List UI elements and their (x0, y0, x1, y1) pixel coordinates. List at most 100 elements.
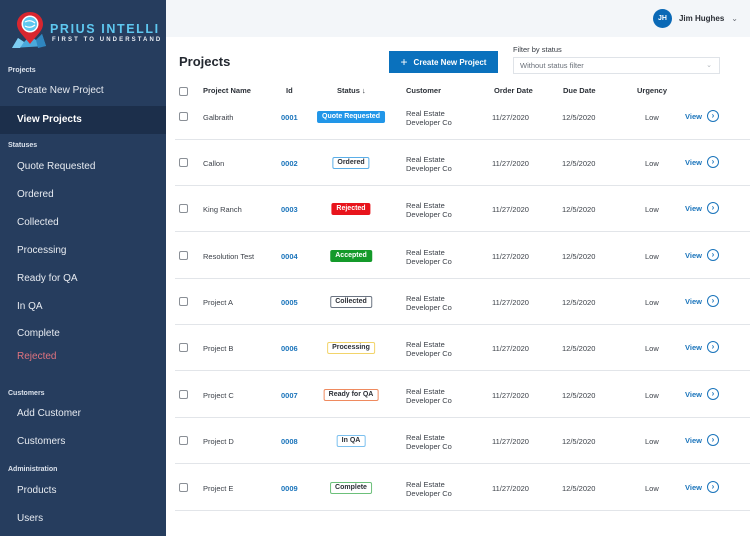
sidebar-item-create-new-project[interactable]: Create New Project (0, 77, 166, 105)
row-divider (175, 463, 750, 464)
sidebar-item-products[interactable]: Products (0, 477, 166, 505)
due-date: 12/5/2020 (562, 437, 596, 446)
project-id-link[interactable]: 0008 (281, 437, 298, 446)
view-project-link[interactable]: View › (685, 156, 719, 168)
view-project-link[interactable]: View › (685, 341, 719, 353)
order-date: 11/27/2020 (492, 484, 529, 493)
view-label: View (685, 250, 702, 260)
brand-name: PRIUS INTELLI (50, 22, 160, 36)
customer-name-line-1: Real Estate (406, 155, 445, 164)
order-date: 11/27/2020 (492, 298, 529, 307)
project-id-link[interactable]: 0009 (281, 484, 298, 493)
row-checkbox[interactable] (179, 112, 188, 121)
view-project-link[interactable]: View › (685, 249, 719, 261)
due-date: 12/5/2020 (562, 298, 596, 307)
customer-name-line-2: Developer Co (406, 257, 452, 266)
due-date: 12/5/2020 (562, 344, 596, 353)
view-project-link[interactable]: View › (685, 202, 719, 214)
project-id-link[interactable]: 0005 (281, 298, 298, 307)
brand-tagline: FIRST TO UNDERSTAND (52, 37, 163, 43)
sidebar-item-ready-for-qa[interactable]: Ready for QA (0, 265, 166, 293)
urgency: Low (645, 252, 659, 261)
project-name: Project E (203, 484, 234, 493)
view-project-link[interactable]: View › (685, 481, 719, 493)
due-date: 12/5/2020 (562, 113, 596, 122)
create-new-project-label: Create New Project (413, 57, 487, 67)
project-id-link[interactable]: 0001 (281, 113, 298, 122)
row-checkbox[interactable] (179, 436, 188, 445)
row-checkbox[interactable] (179, 343, 188, 352)
customer-name-line-1: Real Estate (406, 109, 445, 118)
due-date: 12/5/2020 (562, 205, 596, 214)
urgency: Low (645, 205, 659, 214)
customer-name: Real Estate Developer Co (406, 340, 452, 358)
sidebar-item-rejected[interactable]: Rejected (0, 343, 166, 371)
status-badge: Processing (327, 342, 375, 354)
chevron-right-circle-icon: › (706, 202, 719, 214)
urgency: Low (645, 344, 659, 353)
sidebar-item-in-qa[interactable]: In QA (0, 293, 166, 321)
sidebar-item-collected[interactable]: Collected (0, 209, 166, 237)
customer-name: Real Estate Developer Co (406, 155, 452, 173)
project-name: Project A (203, 298, 234, 307)
due-date: 12/5/2020 (562, 159, 596, 168)
status-badge: Complete (330, 482, 372, 494)
customer-name-line-1: Real Estate (406, 340, 445, 349)
customer-name-line-1: Real Estate (406, 433, 445, 442)
customer-name: Real Estate Developer Co (406, 201, 452, 219)
row-checkbox[interactable] (179, 297, 188, 306)
table-row: King Ranch 0003 Rejected Real Estate Develop… (166, 186, 750, 232)
plus-icon: + (400, 55, 408, 69)
row-checkbox[interactable] (179, 390, 188, 399)
project-id-link[interactable]: 0004 (281, 252, 298, 261)
row-checkbox[interactable] (179, 204, 188, 213)
view-project-link[interactable]: View › (685, 295, 719, 307)
project-id-link[interactable]: 0007 (281, 391, 298, 400)
sidebar-item-ordered[interactable]: Ordered (0, 181, 166, 209)
chevron-right-circle-icon: › (706, 110, 719, 122)
sidebar-item-users[interactable]: Users (0, 505, 166, 533)
chevron-right-circle-icon: › (706, 481, 719, 493)
chevron-right-circle-icon: › (706, 156, 719, 168)
row-checkbox[interactable] (179, 483, 188, 492)
project-name: Project D (203, 437, 234, 446)
chevron-right-circle-icon: › (706, 434, 719, 446)
sidebar-item-add-customer[interactable]: Add Customer (0, 400, 166, 428)
sidebar-item-quote-requested[interactable]: Quote Requested (0, 153, 166, 181)
create-new-project-button[interactable]: + Create New Project (389, 51, 498, 73)
sidebar-item-customers[interactable]: Customers (0, 428, 166, 456)
view-project-link[interactable]: View › (685, 434, 719, 446)
sidebar-item-view-projects[interactable]: View Projects (0, 106, 166, 134)
urgency: Low (645, 298, 659, 307)
view-label: View (685, 435, 702, 445)
project-name: Resolution Test (203, 252, 255, 261)
urgency: Low (645, 437, 659, 446)
page-title: Projects (179, 54, 231, 69)
order-date: 11/27/2020 (492, 344, 529, 353)
chevron-right-circle-icon: › (706, 295, 719, 307)
logo-pin-icon (12, 12, 46, 48)
status-filter-select[interactable]: Without status filter ⌄ (513, 57, 720, 74)
status-badge: Rejected (331, 203, 371, 215)
project-id-link[interactable]: 0006 (281, 344, 298, 353)
table-row: Project C 0007 Ready for QA Real Estate Deve… (166, 372, 750, 418)
brand-logo[interactable]: PRIUS INTELLI FIRST TO UNDERSTAND (10, 10, 160, 50)
sidebar-item-processing[interactable]: Processing (0, 237, 166, 265)
urgency: Low (645, 159, 659, 168)
project-id-link[interactable]: 0003 (281, 205, 298, 214)
table-row: Project D 0008 In QA Real Estate Developer C… (166, 418, 750, 464)
view-label: View (685, 111, 702, 121)
section-label-projects: Projects (8, 67, 36, 74)
chevron-right-circle-icon: › (706, 341, 719, 353)
chevron-down-icon: ⌄ (706, 62, 712, 69)
project-id-link[interactable]: 0002 (281, 159, 298, 168)
view-project-link[interactable]: View › (685, 388, 719, 400)
user-menu[interactable]: JH Jim Hughes ⌄ (652, 8, 738, 28)
customer-name: Real Estate Developer Co (406, 480, 452, 498)
row-checkbox[interactable] (179, 251, 188, 260)
order-date: 11/27/2020 (492, 159, 529, 168)
view-project-link[interactable]: View › (685, 110, 719, 122)
urgency: Low (645, 391, 659, 400)
row-checkbox[interactable] (179, 158, 188, 167)
order-date: 11/27/2020 (492, 391, 529, 400)
